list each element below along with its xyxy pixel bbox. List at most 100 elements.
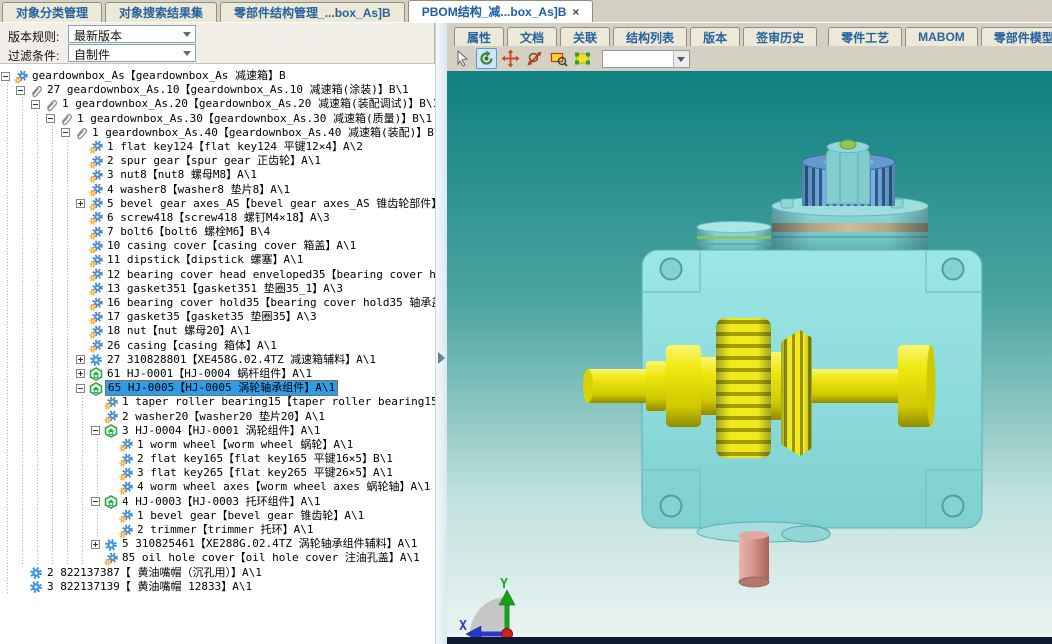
tree-item-label[interactable]: 5 bevel gear axes_AS【bevel gear axes_AS …: [105, 197, 435, 211]
tree-item-label[interactable]: 4 worm wheel axes【worm wheel axes 蜗轮轴】A\…: [135, 480, 432, 494]
tree-item-label[interactable]: 1 geardownbox_As.30【geardownbox_As.30 减速…: [75, 112, 434, 126]
tree-item-label[interactable]: 1 taper roller bearing15【taper roller be…: [120, 395, 435, 409]
zoom-window-button[interactable]: [548, 48, 569, 69]
tree-item-label[interactable]: 11 dipstick【dipstick 螺塞】A\1: [105, 253, 305, 267]
splitter-collapse-icon[interactable]: [438, 352, 445, 364]
expand-toggle[interactable]: [75, 353, 88, 367]
window-tab-3[interactable]: PBOM结构_减...box_As]B×: [408, 0, 594, 22]
collapse-toggle[interactable]: [30, 97, 43, 111]
tree-item-label[interactable]: 12 bearing cover head enveloped35【bearin…: [105, 268, 435, 282]
tree-item-label[interactable]: 10 casing cover【casing cover 箱盖】A\1: [105, 239, 358, 253]
collapse-toggle[interactable]: [60, 126, 73, 140]
tree-item-label[interactable]: 27 geardownbox_As.10【geardownbox_As.10 减…: [45, 83, 411, 97]
tree-item-label[interactable]: 1 flat key124【flat key124 平键12×4】A\2: [105, 140, 365, 154]
tree-item-label[interactable]: 1 worm wheel【worm wheel 蜗轮】A\1: [135, 438, 355, 452]
tree-item-label[interactable]: geardownbox_As【geardownbox_As 减速箱】B: [30, 69, 288, 83]
tree-item[interactable]: 27 geardownbox_As.10【geardownbox_As.10 减…: [0, 83, 435, 97]
tree-item[interactable]: 3 flat key265【flat key265 平键26×5】A\1: [0, 466, 435, 480]
detail-tab-1[interactable]: 文档: [507, 27, 557, 46]
filter-select[interactable]: 自制件: [68, 44, 196, 62]
tree-item-label[interactable]: 2 spur gear【spur gear 正齿轮】A\1: [105, 154, 323, 168]
close-icon[interactable]: ×: [572, 5, 579, 19]
tree-item[interactable]: 5 bevel gear axes_AS【bevel gear axes_AS …: [0, 197, 435, 211]
tree-item-label[interactable]: 1 geardownbox_As.20【geardownbox_As.20 减速…: [60, 97, 435, 111]
window-tab-2[interactable]: 零部件结构管理_...box_As]B: [220, 2, 405, 22]
tree-item[interactable]: 1 bevel gear【bevel gear 锥齿轮】A\1: [0, 509, 435, 523]
tree-item[interactable]: 3 nut8【nut8 螺母M8】A\1: [0, 168, 435, 182]
tree-item[interactable]: 12 bearing cover head enveloped35【bearin…: [0, 268, 435, 282]
tree-item[interactable]: 3 HJ-0004【HJ-0001 涡轮组件】A\1: [0, 424, 435, 438]
tree-item-label[interactable]: 3 nut8【nut8 螺母M8】A\1: [105, 168, 259, 182]
tree-item[interactable]: 27 310828801【XE458G.02.4TZ 减速箱辅料】A\1: [0, 353, 435, 367]
window-tab-1[interactable]: 对象搜索结果集: [105, 2, 217, 22]
tree-item[interactable]: 2 spur gear【spur gear 正齿轮】A\1: [0, 154, 435, 168]
collapse-toggle[interactable]: [15, 83, 28, 97]
tree-item[interactable]: 4 worm wheel axes【worm wheel axes 蜗轮轴】A\…: [0, 480, 435, 494]
tree-item-label[interactable]: 26 casing【casing 箱体】A\1: [105, 339, 279, 353]
expand-toggle[interactable]: [75, 197, 88, 211]
tree-item-label[interactable]: 13 gasket351【gasket351 垫圈35_1】A\3: [105, 282, 345, 296]
tree-item[interactable]: 13 gasket351【gasket351 垫圈35_1】A\3: [0, 282, 435, 296]
tree-item-label[interactable]: 18 nut【nut 螺母20】A\1: [105, 324, 252, 338]
tree-item-label[interactable]: 61 HJ-0001【HJ-0004 蜗杆组件】A\1: [105, 367, 314, 381]
tree-item-label[interactable]: 16 bearing cover hold35【bearing cover ho…: [105, 296, 435, 310]
tree-item[interactable]: 11 dipstick【dipstick 螺塞】A\1: [0, 253, 435, 267]
tree-item[interactable]: 85 oil hole cover【oil hole cover 注油孔盖】A\…: [0, 551, 435, 565]
tree-item[interactable]: geardownbox_As【geardownbox_As 减速箱】B: [0, 69, 435, 83]
tree-item[interactable]: 1 flat key124【flat key124 平键12×4】A\2: [0, 140, 435, 154]
pan-button[interactable]: [500, 48, 521, 69]
tree-item-label[interactable]: 5 310825461【XE288G.02.4TZ 涡轮轴承组件辅料】A\1: [120, 537, 419, 551]
tree-item[interactable]: 61 HJ-0001【HJ-0004 蜗杆组件】A\1: [0, 367, 435, 381]
tree-item-label[interactable]: 27 310828801【XE458G.02.4TZ 减速箱辅料】A\1: [105, 353, 378, 367]
tree-item[interactable]: 1 geardownbox_As.30【geardownbox_As.30 减速…: [0, 112, 435, 126]
detail-tab-2[interactable]: 关联: [560, 27, 610, 46]
tree-item-label[interactable]: 17 gasket35【gasket35 垫圈35】A\3: [105, 310, 319, 324]
collapse-toggle[interactable]: [90, 424, 103, 438]
tree-item-label[interactable]: 2 822137387【 黄油嘴帽（沉孔用）】A\1: [45, 566, 264, 580]
detail-tab-6[interactable]: 零件工艺: [828, 27, 902, 46]
expand-toggle[interactable]: [90, 537, 103, 551]
tree-item-label[interactable]: 6 screw418【screw418 螺钉M4×18】A\3: [105, 211, 332, 225]
tree-item-label[interactable]: 1 bevel gear【bevel gear 锥齿轮】A\1: [135, 509, 366, 523]
tree-item[interactable]: 4 washer8【washer8 垫片8】A\1: [0, 183, 435, 197]
tree-item[interactable]: 2 822137387【 黄油嘴帽（沉孔用）】A\1: [0, 566, 435, 580]
version-rule-select[interactable]: 最新版本: [68, 25, 196, 43]
tree-item[interactable]: 26 casing【casing 箱体】A\1: [0, 339, 435, 353]
tree-item[interactable]: 1 taper roller bearing15【taper roller be…: [0, 395, 435, 409]
expand-toggle[interactable]: [75, 367, 88, 381]
zoom-fit-button[interactable]: [572, 48, 593, 69]
detail-tab-0[interactable]: 属性: [454, 27, 504, 46]
tree-item[interactable]: 1 geardownbox_As.20【geardownbox_As.20 减速…: [0, 97, 435, 111]
tree-item-label[interactable]: 4 HJ-0003【HJ-0003 托环组件】A\1: [120, 495, 322, 509]
tree-item[interactable]: 18 nut【nut 螺母20】A\1: [0, 324, 435, 338]
tree-item-label-selected[interactable]: 65 HJ-0005【HJ-0005 涡轮轴承组件】A\1: [105, 380, 338, 396]
collapse-toggle[interactable]: [0, 69, 13, 83]
detail-tab-4[interactable]: 版本: [690, 27, 740, 46]
zoom-dynamic-button[interactable]: [524, 48, 545, 69]
tree-item-label[interactable]: 2 washer20【washer20 垫片20】A\1: [120, 410, 327, 424]
detail-tab-8[interactable]: 零部件模型: [981, 27, 1052, 46]
tree-item[interactable]: 5 310825461【XE288G.02.4TZ 涡轮轴承组件辅料】A\1: [0, 537, 435, 551]
tree-item[interactable]: 2 trimmer【trimmer 托环】A\1: [0, 523, 435, 537]
detail-tab-3[interactable]: 结构列表: [613, 27, 687, 46]
tree-item-label[interactable]: 4 washer8【washer8 垫片8】A\1: [105, 183, 292, 197]
tree-item-label[interactable]: 3 822137139【 黄油嘴帽 12833】A\1: [45, 580, 254, 594]
collapse-toggle[interactable]: [45, 112, 58, 126]
collapse-toggle[interactable]: [75, 381, 88, 395]
tree-item-label[interactable]: 2 trimmer【trimmer 托环】A\1: [135, 523, 315, 537]
window-tab-0[interactable]: 对象分类管理: [2, 2, 102, 22]
tree-item[interactable]: 65 HJ-0005【HJ-0005 涡轮轴承组件】A\1: [0, 381, 435, 395]
tree-item[interactable]: 2 washer20【washer20 垫片20】A\1: [0, 410, 435, 424]
view-select[interactable]: [602, 50, 690, 68]
tree-item[interactable]: 4 HJ-0003【HJ-0003 托环组件】A\1: [0, 495, 435, 509]
tree-item[interactable]: 6 screw418【screw418 螺钉M4×18】A\3: [0, 211, 435, 225]
tree-item-label[interactable]: 7 bolt6【bolt6 螺栓M6】B\4: [105, 225, 272, 239]
panel-splitter[interactable]: [435, 23, 447, 644]
tree-item-label[interactable]: 3 flat key265【flat key265 平键26×5】A\1: [135, 466, 395, 480]
tree-item[interactable]: 16 bearing cover hold35【bearing cover ho…: [0, 296, 435, 310]
tree-item-label[interactable]: 85 oil hole cover【oil hole cover 注油孔盖】A\…: [120, 551, 422, 565]
tree-item[interactable]: 1 worm wheel【worm wheel 蜗轮】A\1: [0, 438, 435, 452]
tree-item[interactable]: 3 822137139【 黄油嘴帽 12833】A\1: [0, 580, 435, 594]
tree-item[interactable]: 10 casing cover【casing cover 箱盖】A\1: [0, 239, 435, 253]
tree-item-label[interactable]: 2 flat key165【flat key165 平键16×5】B\1: [135, 452, 395, 466]
